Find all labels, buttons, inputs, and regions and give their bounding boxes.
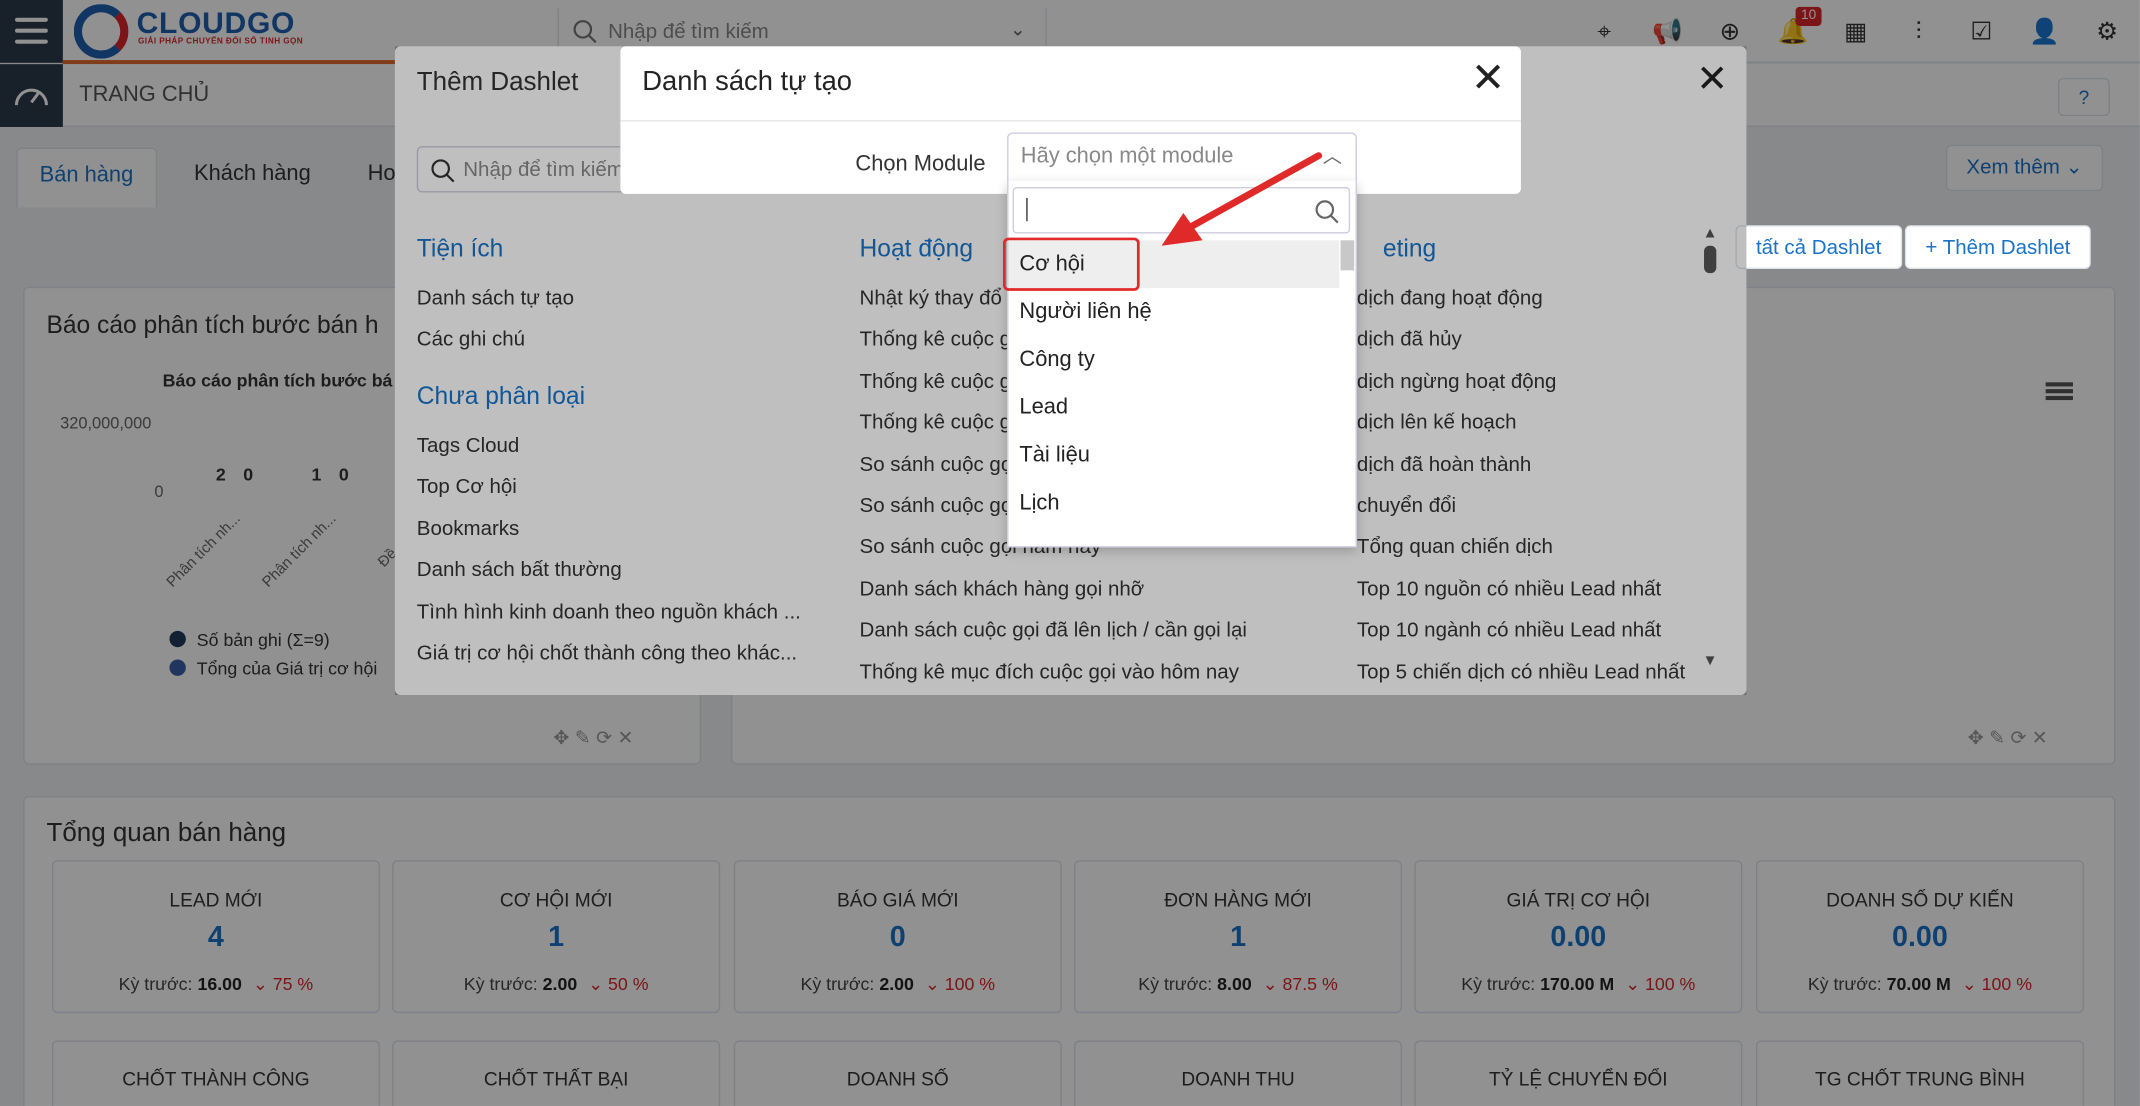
module-label: Chọn Module [855, 152, 986, 177]
module-option[interactable]: Công ty [1008, 336, 1339, 384]
divider [620, 120, 1521, 122]
module-option[interactable]: Người liên hệ [1008, 288, 1339, 336]
close-icon[interactable]: ✕ [1469, 58, 1507, 99]
custom-list-title: Danh sách tự tạo [642, 66, 852, 97]
module-option[interactable]: Lịch [1008, 479, 1339, 527]
dropdown-scrollbar[interactable] [1340, 240, 1355, 271]
annotation-arrow-icon [1161, 152, 1323, 246]
highlight-box [1003, 237, 1140, 291]
module-option[interactable]: Lead [1008, 384, 1339, 432]
module-option[interactable]: Tài liệu [1008, 431, 1339, 479]
add-dashlet-button[interactable]: + Thêm Dashlet [1904, 225, 2091, 269]
all-dashlets-button[interactable]: tất cả Dashlet [1735, 225, 1902, 269]
text-caret [1026, 197, 1028, 222]
